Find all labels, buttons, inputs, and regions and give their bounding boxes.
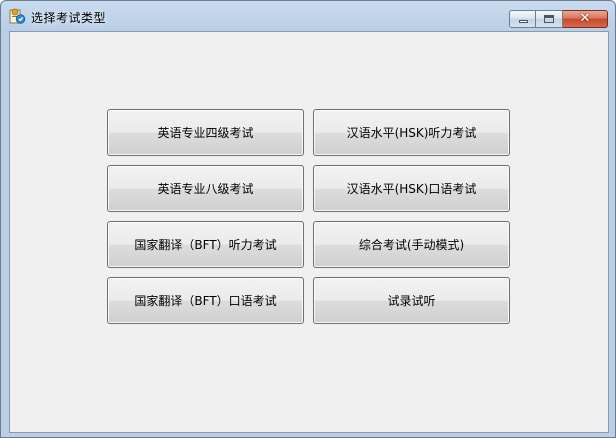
minimize-icon xyxy=(519,20,528,23)
minimize-button[interactable] xyxy=(509,10,536,28)
record-playback-test-button[interactable]: 试录试听 xyxy=(313,277,510,324)
comprehensive-manual-exam-button[interactable]: 综合考试(手动模式) xyxy=(313,221,510,268)
hsk-listening-exam-button[interactable]: 汉语水平(HSK)听力考试 xyxy=(313,109,510,156)
exam-app-icon xyxy=(9,8,26,24)
caption-buttons: ✕ xyxy=(509,10,608,29)
client-area: 英语专业四级考试 汉语水平(HSK)听力考试 英语专业八级考试 汉语水平(HSK… xyxy=(9,31,609,433)
maximize-button[interactable] xyxy=(536,10,563,28)
maximize-icon xyxy=(544,15,554,23)
tem4-exam-button[interactable]: 英语专业四级考试 xyxy=(107,109,304,156)
exam-type-window: 选择考试类型 ✕ 英语专业四级考试 汉语水平(HSK)听力考试 英语专业八级考试… xyxy=(0,0,616,438)
bft-speaking-exam-button[interactable]: 国家翻译（BFT）口语考试 xyxy=(107,277,304,324)
window-title: 选择考试类型 xyxy=(31,11,107,25)
hsk-speaking-exam-button[interactable]: 汉语水平(HSK)口语考试 xyxy=(313,165,510,212)
close-button[interactable]: ✕ xyxy=(563,10,608,28)
title-bar[interactable]: 选择考试类型 ✕ xyxy=(1,1,615,31)
close-icon: ✕ xyxy=(579,11,591,26)
tem8-exam-button[interactable]: 英语专业八级考试 xyxy=(107,165,304,212)
bft-listening-exam-button[interactable]: 国家翻译（BFT）听力考试 xyxy=(107,221,304,268)
